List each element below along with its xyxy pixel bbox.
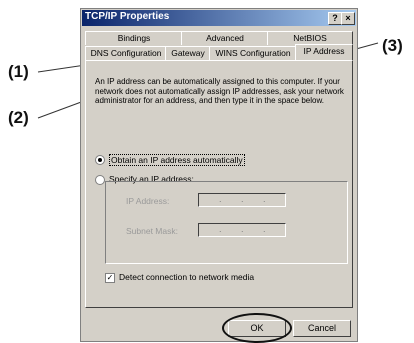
- cancel-button[interactable]: Cancel: [293, 320, 351, 337]
- ip-address-field[interactable]: ...: [198, 193, 286, 207]
- auto-ip-radio[interactable]: [95, 155, 105, 165]
- tab-row-back: Bindings Advanced NetBIOS: [85, 31, 353, 45]
- description-text: An IP address can be automatically assig…: [95, 77, 344, 106]
- title-bar: TCP/IP Properties ? ×: [82, 10, 356, 26]
- tab-netbios[interactable]: NetBIOS: [267, 31, 353, 45]
- tab-dns-configuration[interactable]: DNS Configuration: [85, 46, 167, 60]
- tab-ip-address[interactable]: IP Address: [295, 44, 353, 60]
- tcpip-properties-dialog: TCP/IP Properties ? × Bindings Advanced …: [80, 8, 358, 343]
- close-button[interactable]: ×: [341, 12, 355, 25]
- window-title: TCP/IP Properties: [85, 11, 170, 22]
- help-button[interactable]: ?: [328, 12, 342, 25]
- subnet-mask-label: Subnet Mask:: [126, 226, 178, 236]
- specify-ip-group: IP Address: ... Subnet Mask: ...: [105, 181, 348, 264]
- tab-bindings[interactable]: Bindings: [85, 31, 183, 45]
- auto-ip-label[interactable]: Obtain an IP address automatically: [109, 154, 245, 166]
- tab-gateway[interactable]: Gateway: [165, 46, 211, 60]
- tab-advanced[interactable]: Advanced: [181, 31, 269, 45]
- specify-ip-radio[interactable]: [95, 175, 105, 185]
- detect-media-label[interactable]: Detect connection to network media: [119, 272, 254, 282]
- ip-address-label: IP Address:: [126, 196, 170, 206]
- detect-media-checkbox[interactable]: ✓: [105, 273, 115, 283]
- tab-row-front: DNS Configuration Gateway WINS Configura…: [85, 44, 353, 60]
- subnet-mask-field[interactable]: ...: [198, 223, 286, 237]
- ip-address-panel: An IP address can be automatically assig…: [85, 60, 353, 308]
- ok-highlight-ellipse: [222, 313, 292, 343]
- tab-wins-configuration[interactable]: WINS Configuration: [209, 46, 297, 60]
